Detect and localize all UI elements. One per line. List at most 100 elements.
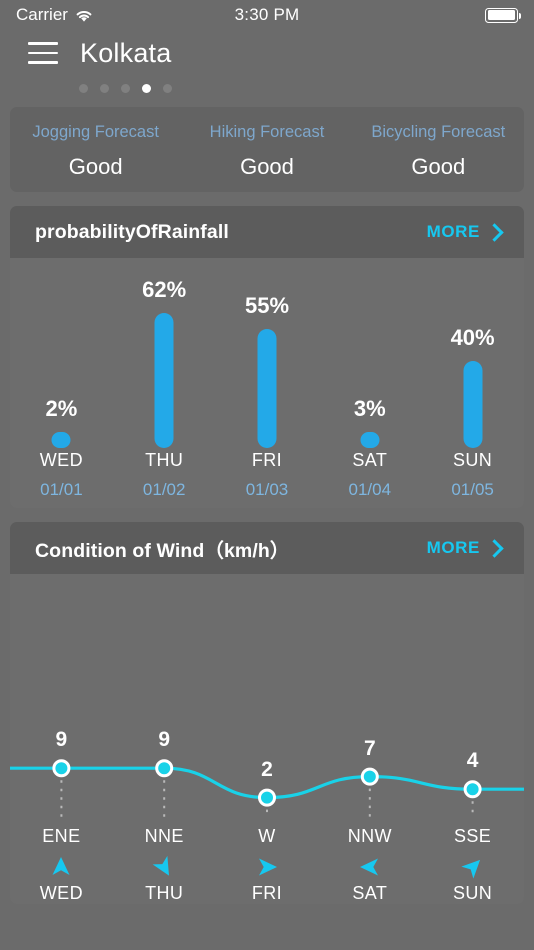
activity-hiking[interactable]: Hiking Forecast Good [181,123,352,192]
rainfall-column[interactable]: 3% SAT 01/04 [318,258,421,508]
page-dot[interactable] [100,84,109,93]
rainfall-value-label: 2% [45,396,78,421]
wind-card-title: Condition of Wind（km/h） [35,539,290,562]
wind-direction-label: NNE [144,826,184,846]
wind-data-point[interactable] [463,780,482,799]
rainfall-day-label: THU [145,450,184,470]
chevron-right-icon [488,539,499,557]
rainfall-columns: 2% WED 01/01 62% THU 01/02 55% FRI 01/03 3% SAT 01/… [10,258,524,508]
rainfall-bar-zone: 3% [318,258,421,448]
page-dot[interactable] [79,84,88,93]
wind-day-label: SUN [452,883,493,903]
rainfall-date-label: 01/05 [451,480,494,499]
activity-value: Good [68,154,123,179]
rainfall-bar [154,313,174,448]
rainfall-date-label: 01/02 [142,480,186,499]
rainfall-bar-chart: 2% WED 01/01 62% THU 01/02 55% FRI 01/03 3% SAT 01/… [10,258,524,508]
rainfall-bar-zone: 2% [10,258,113,448]
rainfall-bar-zone: 40% [421,258,524,448]
rainfall-date-label: 01/01 [40,480,83,499]
page-dot[interactable] [121,84,130,93]
wind-column[interactable]: ENEWED01/01 [10,826,113,904]
wind-day-label: SAT [352,883,388,903]
wind-more-button[interactable]: MORE [427,538,499,558]
rainfall-card-title: probabilityOfRainfall [35,220,229,243]
rainfall-more-button[interactable]: MORE [427,222,499,242]
rainfall-column[interactable]: 55% FRI 01/03 [216,258,319,508]
arrow-up-right-icon [421,853,524,881]
status-bar: Carrier 3:30 PM [0,0,534,30]
wind-columns: ENEWED01/01NNETHU01/02WFRI01/03NNWSAT01/… [10,826,524,904]
rainfall-bar-zone: 55% [216,258,319,448]
rainfall-value-label: 3% [353,396,386,421]
wind-direction-label: NNW [347,826,392,846]
wind-direction-label: SSE [453,826,492,846]
rainfall-card-header: probabilityOfRainfall MORE [10,206,524,258]
arrow-left-icon [318,853,421,881]
wind-direction-label: ENE [42,826,81,846]
rainfall-bar-zone: 62% [113,258,216,448]
wind-value-label: 9 [55,728,68,752]
rainfall-bar [257,328,277,448]
wind-direction-label: W [258,826,276,846]
activity-bicycling[interactable]: Bicycling Forecast Good [353,123,524,192]
wind-data-point[interactable] [258,788,276,807]
wind-data-point[interactable] [155,759,174,778]
arrow-down-right-icon [113,853,216,881]
rainfall-bar [360,432,380,448]
rainfall-date-label: 01/03 [245,480,289,499]
wind-column[interactable]: NNETHU01/02 [113,826,216,904]
activity-label: Jogging Forecast [32,123,159,141]
rainfall-column[interactable]: 40% SUN 01/05 [421,258,524,508]
arrow-right-icon [216,853,319,881]
wind-value-label: 4 [466,749,479,773]
page-title: Kolkata [80,37,172,68]
hamburger-menu-icon[interactable] [28,42,58,64]
page-dot-active[interactable] [142,84,151,93]
rainfall-bar [463,361,483,448]
page-dot[interactable] [163,84,172,93]
activity-jogging[interactable]: Jogging Forecast Good [10,123,181,192]
wind-card: Condition of Wind（km/h） MORE 9 9 2 7 4 ENE WE… [10,522,524,904]
status-bar-right [299,7,521,23]
rainfall-day-label: FRI [251,450,283,470]
wind-day-label: WED [39,883,83,903]
rainfall-bar [51,432,71,448]
rainfall-column[interactable]: 62% THU 01/02 [113,258,216,508]
page-indicator[interactable] [0,76,534,93]
rainfall-column[interactable]: 2% WED 01/01 [10,258,113,508]
carrier-label: Carrier [16,5,68,24]
wind-column[interactable]: SSESUN01/05 [421,826,524,904]
wind-value-label: 2 [261,757,273,781]
activity-value: Good [411,154,466,179]
wind-card-header: Condition of Wind（km/h） MORE [10,522,524,574]
wind-data-point[interactable] [360,767,379,786]
rainfall-card: probabilityOfRainfall MORE 2% WED 01/01 62%… [10,206,524,508]
rainfall-day-label: WED [39,450,83,470]
rainfall-date-label: 01/04 [348,480,392,499]
wind-line-chart: 99274 ENEWED01/01NNETHU01/02WFRI01/03NNW… [10,574,524,904]
rainfall-value-label: 55% [244,292,290,318]
status-bar-left: Carrier [16,5,235,25]
wind-data-point[interactable] [52,759,71,778]
chevron-right-icon [488,223,499,241]
rainfall-day-label: SUN [452,450,493,470]
wind-value-label: 7 [363,736,376,760]
navigation-bar: Kolkata [0,30,534,76]
rainfall-value-label: 62% [142,277,187,303]
activity-label: Bicycling Forecast [371,123,506,141]
activity-forecast-card: Jogging Forecast Good Hiking Forecast Go… [10,107,524,192]
status-bar-clock: 3:30 PM [234,5,300,24]
arrow-up-icon [10,853,113,881]
more-label: MORE [426,222,480,241]
wind-column[interactable]: NNWSAT01/04 [318,826,421,904]
wind-day-label: FRI [251,883,283,903]
app-screen: Carrier 3:30 PM Kolkata Jogging Forecast… [0,0,534,950]
wind-column[interactable]: WFRI01/03 [216,826,319,904]
wifi-icon [75,8,93,22]
activity-value: Good [240,154,294,179]
activity-label: Hiking Forecast [209,123,325,141]
rainfall-day-label: SAT [352,450,388,470]
wind-value-label: 9 [158,728,171,752]
more-label: MORE [426,538,480,557]
